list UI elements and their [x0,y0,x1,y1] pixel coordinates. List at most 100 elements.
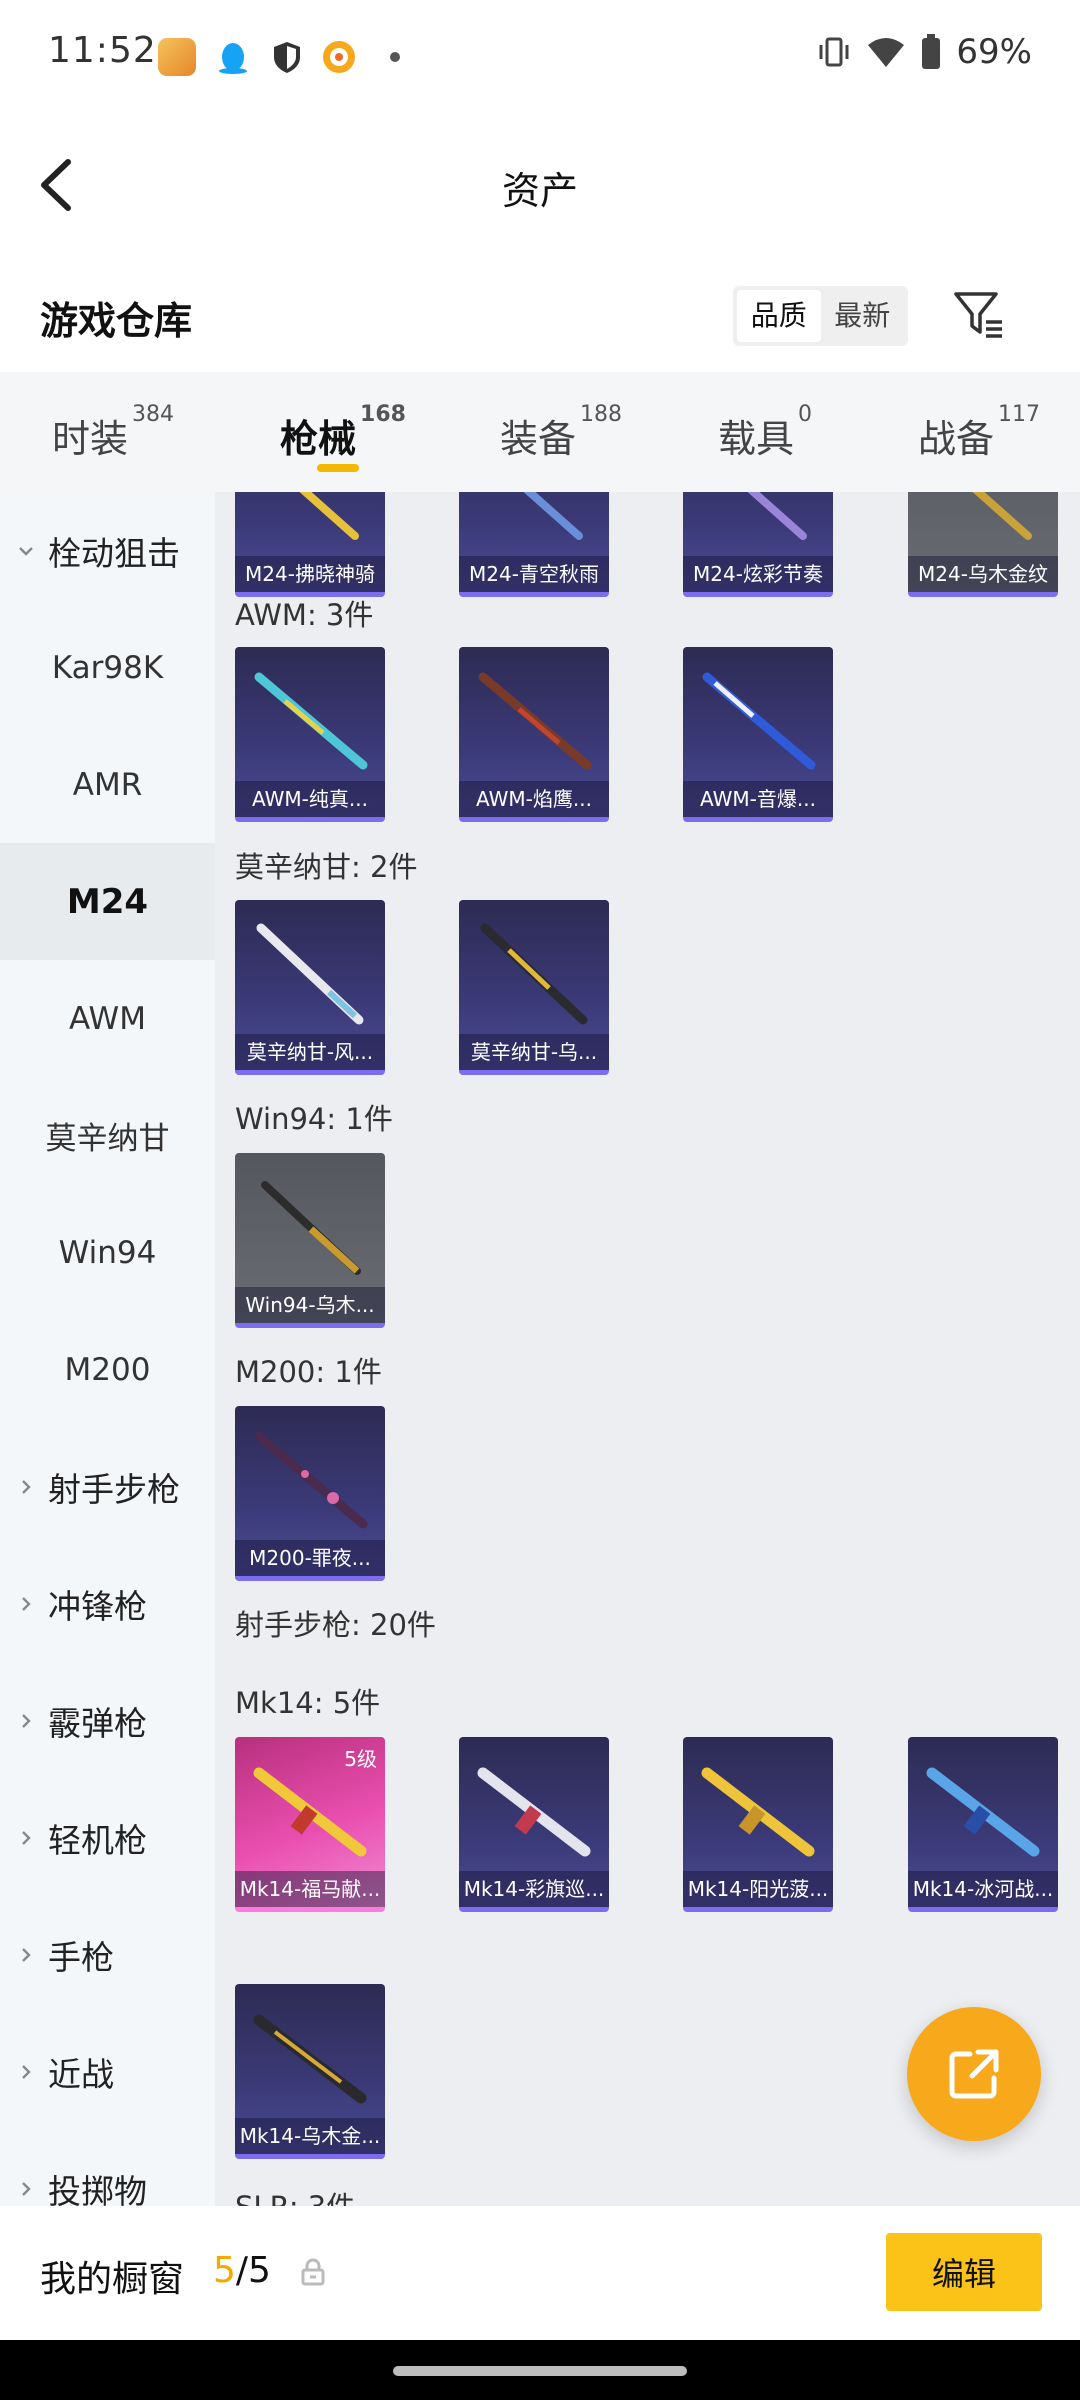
tab-vehicles[interactable]: 载具0 [718,402,812,463]
sidebar-item-label: Kar98K [51,649,164,686]
weapon-card[interactable]: M200-罪夜... [235,1406,385,1581]
weapon-card[interactable]: 莫辛纳甘-乌... [459,900,609,1075]
sidebar-item-label: AMR [72,766,143,803]
page-title: 资产 [501,169,578,213]
tab-guns[interactable]: 枪械168 [280,402,406,463]
level-badge: 5级 [344,1747,377,1771]
sidebar-item-label: 射手步枪 [48,1469,180,1509]
chevron-right-icon [22,1479,31,1494]
sniper-rifle-icon [254,672,368,770]
tab-fashion[interactable]: 时装384 [52,402,174,463]
weapon-card[interactable]: AWM-音爆... [683,647,833,822]
showcase-separator: / [235,2250,249,2291]
sidebar-item-throwable[interactable]: 投掷物 [0,2130,215,2206]
tab-label: 战备 [918,417,995,461]
tab-equipment[interactable]: 装备188 [500,402,622,463]
edit-button[interactable]: 编辑 [886,2233,1042,2311]
showcase-total: 5 [248,2250,271,2291]
weapon-card[interactable]: Win94-乌木... [235,1153,385,1328]
rifle-icon [523,492,583,540]
active-tab-indicator [317,464,359,472]
sidebar-item-m24[interactable]: M24 [0,843,215,960]
rifle-icon [477,1767,591,1857]
category-tabs: 时装384 枪械168 装备188 载具0 战备117 [0,372,1080,492]
weapon-card-name: AWM-音爆... [683,781,833,817]
section-label-m200: M200: 1件 [235,1355,382,1389]
rifle-icon [972,492,1032,540]
weapon-card[interactable]: M24-炫彩节奏 [683,492,833,597]
sidebar-item-shotgun[interactable]: 霰弹枪 [0,1662,215,1779]
sort-quality-button[interactable]: 品质 [737,290,821,342]
tab-count: 0 [798,402,813,427]
home-gesture-handle[interactable] [393,2366,687,2376]
tab-count: 384 [132,402,175,427]
section-header-dmr: 射手步枪: 20件 [235,1608,436,1642]
sidebar-item-label: Win94 [58,1234,157,1271]
weapon-card-name: M200-罪夜... [235,1540,385,1576]
weapon-card[interactable]: Mk14-冰河战... [908,1737,1058,1912]
weapon-card[interactable]: M24-拂晓神骑 [235,492,385,597]
weapon-card[interactable]: M24-青空秋雨 [459,492,609,597]
weapon-card[interactable]: 莫辛纳甘-风... [235,900,385,1075]
battery-percent: 69% [956,32,1032,72]
share-fab[interactable] [907,2007,1041,2141]
chevron-right-icon [22,1947,31,1962]
rifle-icon [747,492,807,540]
notification-dot-icon [390,52,400,62]
rifle-icon [480,923,588,1025]
section-label-win94: Win94: 1件 [235,1102,393,1136]
tab-label: 时装 [52,417,129,461]
game-app-icon [158,38,196,76]
tab-supplies[interactable]: 战备117 [918,402,1040,463]
vibrate-icon [819,37,849,67]
filter-icon[interactable] [950,286,1006,342]
weapon-card[interactable]: Mk14-阳光菠... [683,1737,833,1912]
sidebar-item-m200[interactable]: M200 [0,1311,215,1428]
tab-label: 载具 [718,417,795,461]
sort-newest-button[interactable]: 最新 [821,290,905,342]
weapon-card[interactable]: Mk14-彩旗巡... [459,1737,609,1912]
rifle-icon [926,1767,1040,1857]
warehouse-title: 游戏仓库 [40,299,193,343]
tab-label: 枪械 [280,417,357,461]
wifi-icon [868,38,905,67]
weapon-card[interactable]: AWM-焰鹰... [459,647,609,822]
tab-label: 装备 [500,417,577,461]
sidebar-item-awm[interactable]: AWM [0,960,215,1077]
chevron-right-icon [22,1713,31,1728]
sidebar-item-bolt-action[interactable]: 栓动狙击 [0,492,215,609]
rifle-icon [701,1767,815,1857]
weapon-card[interactable]: M24-乌木金纹 [908,492,1058,597]
sidebar-item-pistol[interactable]: 手枪 [0,1896,215,2013]
rifle-icon [261,1181,361,1275]
sidebar-item-win94[interactable]: Win94 [0,1194,215,1311]
sidebar-item-smg[interactable]: 冲锋枪 [0,1545,215,1662]
header: 资产 [0,110,1080,260]
sidebar-item-lmg[interactable]: 轻机枪 [0,1779,215,1896]
external-link-icon [949,2049,999,2099]
sidebar-item-mosin[interactable]: 莫辛纳甘 [0,1077,215,1194]
showcase-count: 5/5 [213,2250,271,2291]
sidebar-item-label: 轻机枪 [48,1820,147,1860]
sidebar-item-melee[interactable]: 近战 [0,2013,215,2130]
weapon-card[interactable]: 5级 Mk14-福马献... [235,1737,385,1912]
sidebar-item-dmr[interactable]: 射手步枪 [0,1428,215,1545]
system-nav-bar [0,2340,1080,2400]
tab-count: 188 [580,402,623,427]
weapon-card[interactable]: Mk14-乌木金... [235,1984,385,2159]
weapon-type-sidebar: 栓动狙击 Kar98K AMR M24 AWM 莫辛纳甘 Win94 M200 … [0,492,215,2206]
tab-count: 168 [360,402,406,427]
warehouse-row: 游戏仓库 品质 最新 [0,260,1080,372]
chevron-right-icon [22,2181,31,2196]
showcase-bar: 我的橱窗 5/5 编辑 [0,2206,1080,2340]
sort-toggle: 品质 最新 [733,286,908,346]
sidebar-item-kar98k[interactable]: Kar98K [0,609,215,726]
weapon-card-name: Mk14-彩旗巡... [459,1871,609,1907]
sidebar-item-label: 霰弹枪 [48,1703,147,1743]
weapon-card[interactable]: AWM-纯真... [235,647,385,822]
sidebar-item-amr[interactable]: AMR [0,726,215,843]
chevron-right-icon [22,1830,31,1845]
status-right: 69% [816,32,1032,72]
weapon-card-name: M24-乌木金纹 [908,556,1058,592]
sidebar-item-label: 手枪 [48,1937,114,1977]
